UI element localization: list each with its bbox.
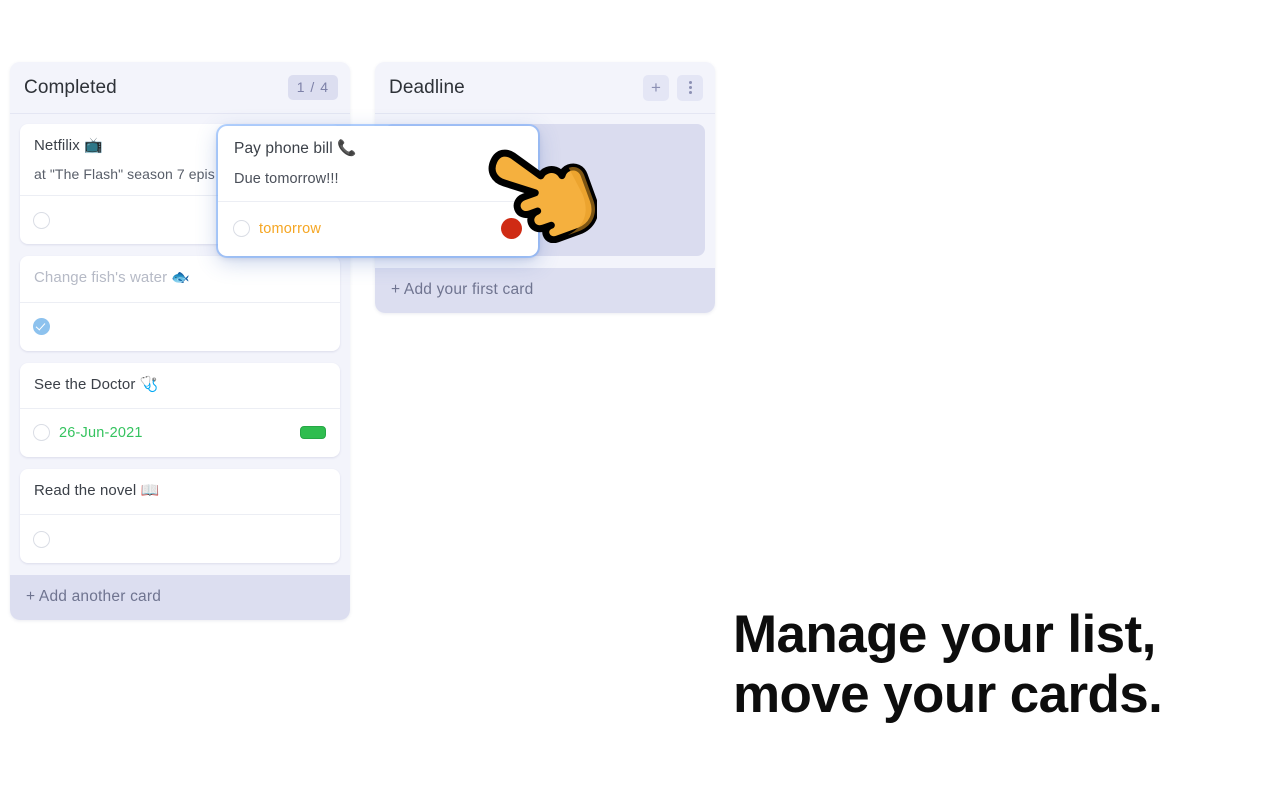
add-first-card-button[interactable]: + Add your first card xyxy=(375,268,715,313)
card-body: Read the novel 📖 xyxy=(20,469,340,514)
card-due-date: tomorrow xyxy=(259,220,322,237)
dot xyxy=(688,86,692,89)
card-checkbox-checked[interactable] xyxy=(33,318,50,335)
card-checkbox[interactable] xyxy=(33,530,50,548)
add-another-card-button[interactable]: + Add another card xyxy=(10,575,350,620)
card-title: Pay phone bill 📞 xyxy=(234,140,357,157)
card-body: Pay phone bill 📞 Due tomorrow!!! xyxy=(218,126,538,201)
column-count-badge: 1 / 4 xyxy=(287,75,338,100)
tagline: Manage your list, move your cards. xyxy=(733,605,1163,725)
card-title: Change fish's water 🐟 xyxy=(34,269,191,287)
card-body: See the Doctor 🩺 xyxy=(20,363,340,408)
card-change-fish-water[interactable]: Change fish's water 🐟 xyxy=(20,256,340,351)
add-card-icon[interactable]: + xyxy=(643,74,669,101)
card-footer xyxy=(20,301,340,351)
dot xyxy=(688,91,692,94)
card-checkbox[interactable] xyxy=(33,211,50,229)
card-title: See the Doctor 🩺 xyxy=(34,375,159,393)
column-title: Deadline xyxy=(389,76,465,98)
card-description: Due tomorrow!!! xyxy=(234,170,339,187)
dragged-card-pay-phone-bill[interactable]: Pay phone bill 📞 Due tomorrow!!! tomorro… xyxy=(218,126,538,256)
column-menu-icon[interactable] xyxy=(677,74,703,101)
card-read-the-novel[interactable]: Read the novel 📖 xyxy=(20,468,340,563)
card-checkbox[interactable] xyxy=(233,220,250,238)
column-header-completed: Completed 1 / 4 xyxy=(10,62,350,114)
tagline-line-2: move your cards. xyxy=(733,664,1163,724)
card-footer xyxy=(20,514,340,563)
card-label-red[interactable] xyxy=(501,218,522,240)
card-label-green[interactable] xyxy=(300,426,326,440)
dot xyxy=(688,81,692,84)
card-title: Read the novel 📖 xyxy=(34,481,160,499)
card-due-date: 26-Jun-2021 xyxy=(59,424,143,441)
card-footer: tomorrow xyxy=(218,200,538,256)
tagline-line-1: Manage your list, xyxy=(733,605,1156,664)
card-checkbox[interactable] xyxy=(33,424,50,442)
card-footer: 26-Jun-2021 xyxy=(20,407,340,457)
card-see-the-doctor[interactable]: See the Doctor 🩺 26-Jun-2021 xyxy=(20,362,340,457)
card-body: Change fish's water 🐟 xyxy=(20,256,340,301)
column-header-deadline: Deadline + xyxy=(375,62,715,114)
column-title: Completed xyxy=(24,76,117,98)
